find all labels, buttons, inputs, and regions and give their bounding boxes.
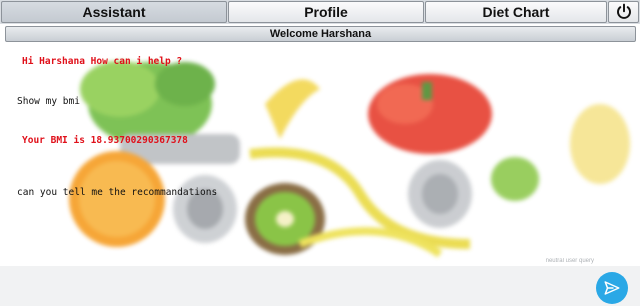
bot-message: Your BMI is 18.93700290367378 [22,135,188,146]
user-message: Show my bmi [17,96,80,107]
welcome-header: Welcome Harshana [5,26,636,42]
chat-area: Hi Harshana How can i help ? Show my bmi… [0,44,640,266]
send-button[interactable] [596,272,628,304]
user-message: can you tell me the recommandations [17,187,218,198]
fitness-food-background [69,61,630,258]
send-icon [604,281,620,295]
query-input[interactable] [0,254,600,268]
logout-button[interactable] [608,1,639,23]
bot-message: Hi Harshana How can i help ? [22,56,183,67]
tab-diet-chart[interactable]: Diet Chart [425,1,607,23]
input-bar [0,254,640,306]
tab-bar: Assistant Profile Diet Chart [0,0,640,24]
power-icon [616,3,631,19]
tab-profile[interactable]: Profile [228,1,424,23]
tab-assistant[interactable]: Assistant [1,1,227,23]
